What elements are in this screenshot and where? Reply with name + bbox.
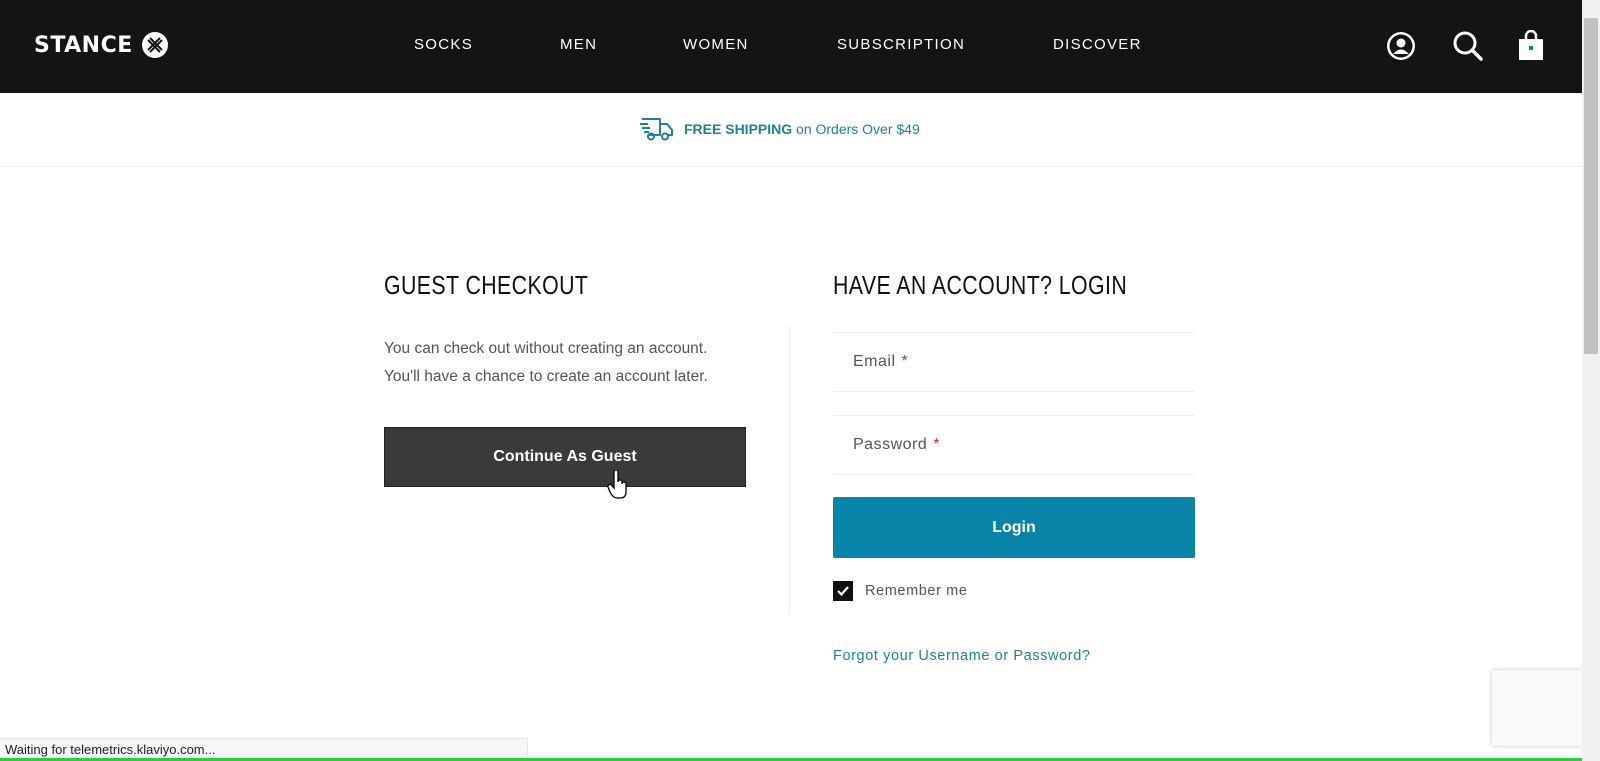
nav-item-women[interactable]: WOMEN <box>683 36 749 53</box>
main-nav: SOCKS MEN WOMEN SUBSCRIPTION DISCOVER <box>0 36 1582 56</box>
email-field[interactable]: Email * <box>833 332 1195 392</box>
promo-rest: on Orders Over $49 <box>792 121 920 137</box>
promo-bar: FREE SHIPPING on Orders Over $49 <box>0 93 1582 167</box>
column-divider <box>789 325 790 615</box>
scrollbar-thumb[interactable] <box>1584 18 1598 354</box>
email-required-mark: * <box>901 353 909 370</box>
remember-me-label: Remember me <box>865 583 968 599</box>
guest-desc-line-2: You'll have a chance to create an accoun… <box>384 368 708 385</box>
account-icon[interactable] <box>1385 30 1417 62</box>
nav-item-socks[interactable]: SOCKS <box>414 36 473 53</box>
search-icon[interactable] <box>1452 30 1484 62</box>
nav-item-discover[interactable]: DISCOVER <box>1053 36 1142 53</box>
guest-checkout-title: GUEST CHECKOUT <box>384 270 589 300</box>
nav-item-men[interactable]: MEN <box>560 36 597 53</box>
promo-text: FREE SHIPPING on Orders Over $49 <box>684 121 920 137</box>
guest-desc-line-1: You can check out without creating an ac… <box>384 340 708 357</box>
password-placeholder: Password <box>853 436 928 453</box>
remember-me-checkbox[interactable] <box>833 581 853 601</box>
guest-checkout-description: You can check out without creating an ac… <box>384 335 764 391</box>
recaptcha-badge[interactable] <box>1492 670 1582 746</box>
continue-as-guest-button[interactable]: Continue As Guest <box>384 427 746 487</box>
cart-icon[interactable] <box>1515 30 1547 62</box>
checkmark-icon <box>837 586 849 597</box>
password-field[interactable]: Password * <box>833 415 1195 475</box>
nav-item-subscription[interactable]: SUBSCRIPTION <box>837 36 965 53</box>
shipping-truck-icon <box>640 118 673 141</box>
forgot-credentials-link[interactable]: Forgot your Username or Password? <box>833 648 1091 664</box>
login-button[interactable]: Login <box>833 497 1195 558</box>
remember-me-row: Remember me <box>833 581 968 601</box>
email-placeholder: Email <box>853 353 896 370</box>
password-required-mark: * <box>933 436 940 453</box>
site-header: STANCE SOCKS MEN WOMEN SUBSCRIPTION DISC… <box>0 0 1582 93</box>
browser-status-bar: Waiting for telemetrics.klaviyo.com... <box>0 738 528 759</box>
login-title: HAVE AN ACCOUNT? LOGIN <box>833 270 1128 300</box>
promo-strong: FREE SHIPPING <box>684 121 793 137</box>
free-shipping-banner[interactable]: FREE SHIPPING on Orders Over $49 <box>640 115 920 143</box>
